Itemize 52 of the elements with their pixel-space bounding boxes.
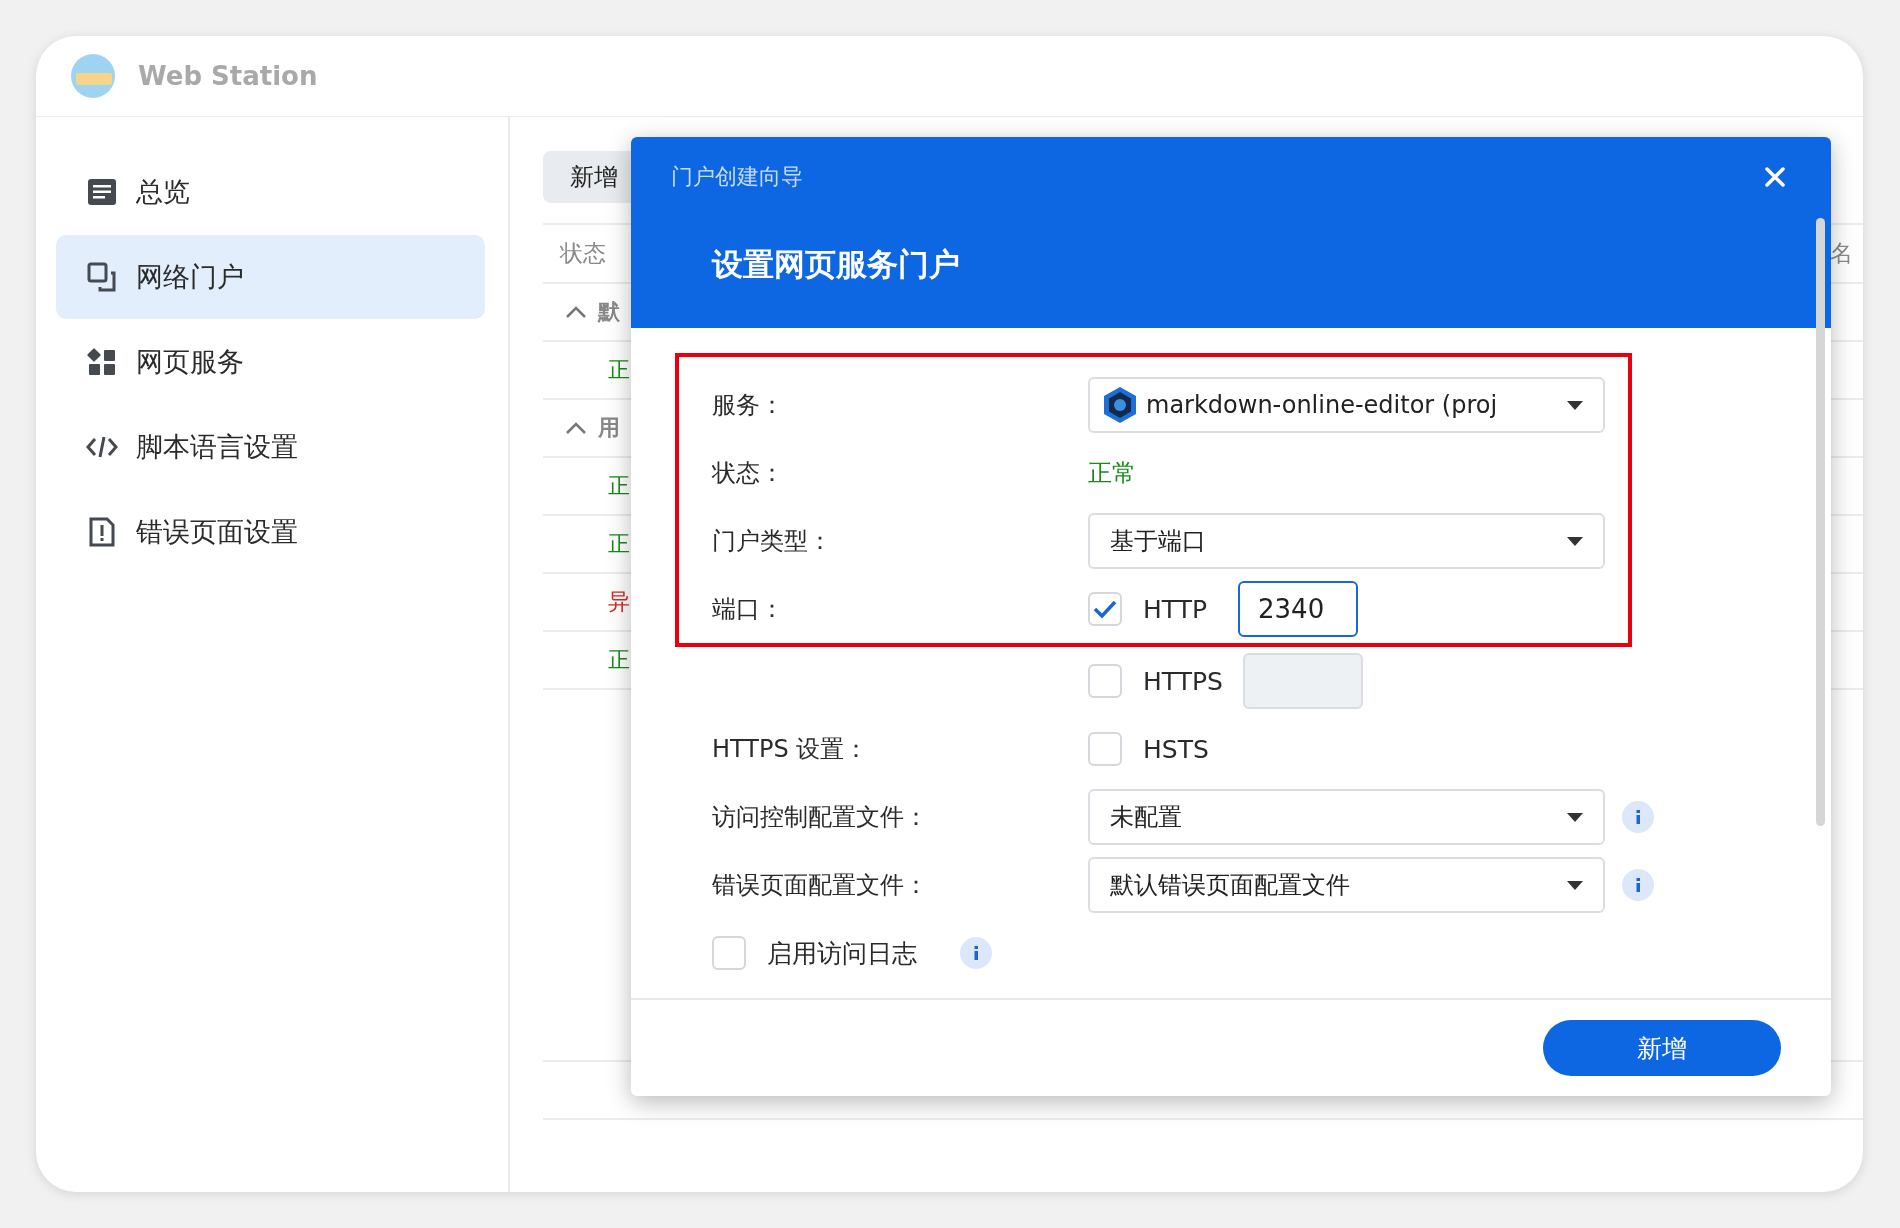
field-label: 错误页面配置文件： xyxy=(712,871,928,899)
app-title: Web Station xyxy=(138,61,318,91)
checkbox-label: 启用访问日志 xyxy=(767,937,917,970)
chevron-icon[interactable] xyxy=(565,421,587,435)
caret-icon xyxy=(1567,400,1583,410)
scrollbar[interactable] xyxy=(1816,218,1825,826)
sidebar-item[interactable]: 网络门户 xyxy=(56,235,485,319)
field-label: 门户类型： xyxy=(712,527,832,555)
dropdown[interactable]: 基于端口 xyxy=(1088,513,1605,569)
checkbox[interactable] xyxy=(1088,592,1122,626)
checkbox-label: HSTS xyxy=(1143,734,1209,764)
status-cell-text: 正 xyxy=(608,646,630,674)
status-cell-text: 正 xyxy=(608,530,630,558)
port-field[interactable]: 2340 xyxy=(1238,581,1358,637)
caret-icon xyxy=(1567,880,1583,890)
field-label: 访问控制配置文件： xyxy=(712,803,928,831)
chevron-icon[interactable] xyxy=(565,305,587,319)
checkbox-label: HTTPS xyxy=(1143,666,1223,696)
info-icon[interactable] xyxy=(1622,869,1654,901)
status-value: 正常 xyxy=(1088,458,1136,489)
dropdown[interactable]: 默认错误页面配置文件 xyxy=(1088,857,1605,913)
dropdown[interactable]: 未配置 xyxy=(1088,789,1605,845)
sidebar-item[interactable]: 总览 xyxy=(56,150,485,234)
status-cell-text: 正 xyxy=(608,356,630,384)
grid-icon xyxy=(86,346,118,378)
caret-icon xyxy=(1567,536,1583,546)
checkbox[interactable] xyxy=(1088,732,1122,766)
sidebar-item[interactable]: 脚本语言设置 xyxy=(56,405,485,489)
close-icon[interactable] xyxy=(1764,166,1786,188)
dialog-heading: 设置网页服务门户 xyxy=(712,245,961,284)
sidebar-item[interactable]: 错误页面设置 xyxy=(56,490,485,574)
group-label: 默 xyxy=(598,298,620,326)
field-label: 服务： xyxy=(712,391,784,419)
field-label: 端口： xyxy=(712,595,784,623)
portal-icon xyxy=(86,261,118,293)
checkbox-label: HTTP xyxy=(1143,594,1208,624)
dropdown[interactable]: markdown-online-editor (proj xyxy=(1088,377,1605,433)
overview-icon xyxy=(86,176,118,208)
status-cell-text: 正 xyxy=(608,472,630,500)
globe-logo-icon xyxy=(70,53,116,99)
field-label: 状态： xyxy=(712,459,784,487)
caret-icon xyxy=(1567,812,1583,822)
field-label: HTTPS 设置： xyxy=(712,735,869,763)
add-button[interactable]: 新增 xyxy=(1543,1020,1781,1076)
column-header[interactable]: 状态 xyxy=(543,238,606,269)
dialog-title: 门户创建向导 xyxy=(671,163,803,191)
sidebar-item[interactable]: 网页服务 xyxy=(56,320,485,404)
checkbox[interactable] xyxy=(712,936,746,970)
status-cell-text: 异 xyxy=(608,588,630,616)
info-icon[interactable] xyxy=(1622,801,1654,833)
info-icon[interactable] xyxy=(960,937,992,969)
group-label: 用 xyxy=(598,414,620,442)
